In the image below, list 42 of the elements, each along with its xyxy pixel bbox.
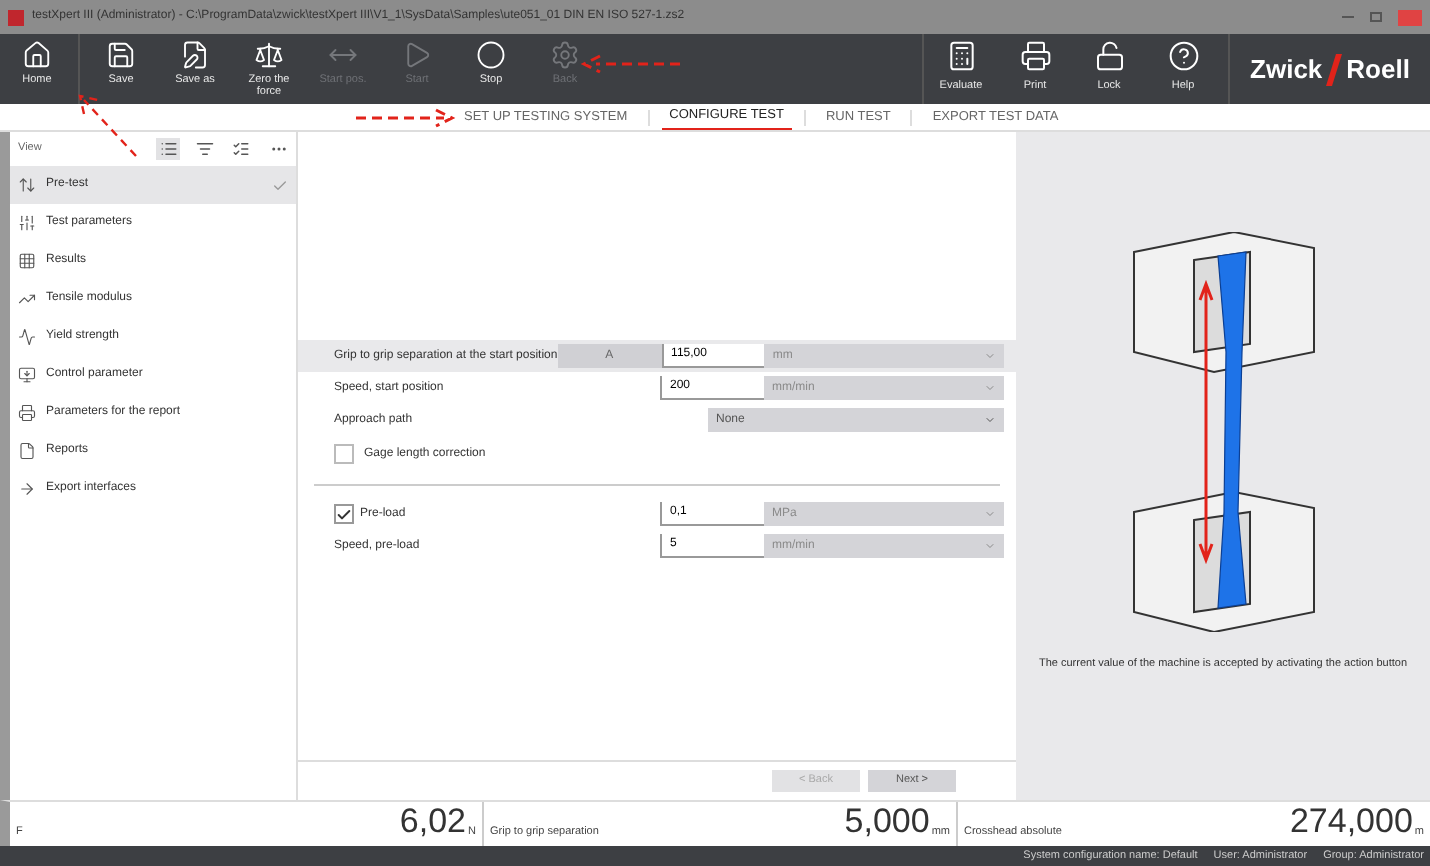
annotation-arrow (580, 54, 680, 74)
lock-icon (1093, 40, 1125, 72)
stop-icon (476, 40, 506, 70)
save-icon (106, 40, 136, 70)
dropdown-icon (984, 540, 996, 552)
logo: Zwick Roell (1248, 51, 1412, 89)
calculator-icon (945, 40, 977, 72)
scale-icon (254, 40, 284, 70)
checkbox[interactable] (334, 504, 354, 524)
help-icon (1167, 40, 1199, 72)
checklist-icon (231, 140, 249, 158)
checkbox[interactable] (334, 444, 354, 464)
sliders-icon (18, 214, 36, 232)
play-icon (402, 40, 432, 70)
arrows-icon (18, 176, 36, 194)
dropdown-icon (984, 350, 996, 362)
curve-icon (18, 328, 36, 346)
dropdown-icon (984, 414, 996, 426)
dropdown-icon (984, 508, 996, 520)
view-button[interactable] (192, 138, 216, 160)
dropdown-icon (984, 382, 996, 394)
list-icon (159, 140, 177, 158)
view-button[interactable] (228, 138, 252, 160)
printer-icon (1019, 40, 1051, 72)
chart-icon (18, 290, 36, 308)
view-button[interactable] (156, 138, 180, 160)
save-as-icon (180, 40, 210, 70)
arrow-icon (18, 480, 36, 498)
annotation-arrow (356, 108, 456, 128)
slash-icon (1326, 53, 1343, 85)
grid-icon (18, 252, 36, 270)
readout-value: 6,02 (399, 804, 467, 840)
filter-list-icon (195, 140, 213, 158)
home-icon (22, 40, 52, 70)
document-icon (18, 442, 36, 460)
monitor-icon (18, 366, 36, 384)
app-icon (8, 9, 24, 25)
annotation-arrow (76, 92, 140, 160)
readout-value: 274,000 (1289, 804, 1413, 840)
gear-icon (550, 40, 580, 70)
printer-icon (18, 404, 36, 422)
readout-value: 5,000 (844, 804, 930, 840)
